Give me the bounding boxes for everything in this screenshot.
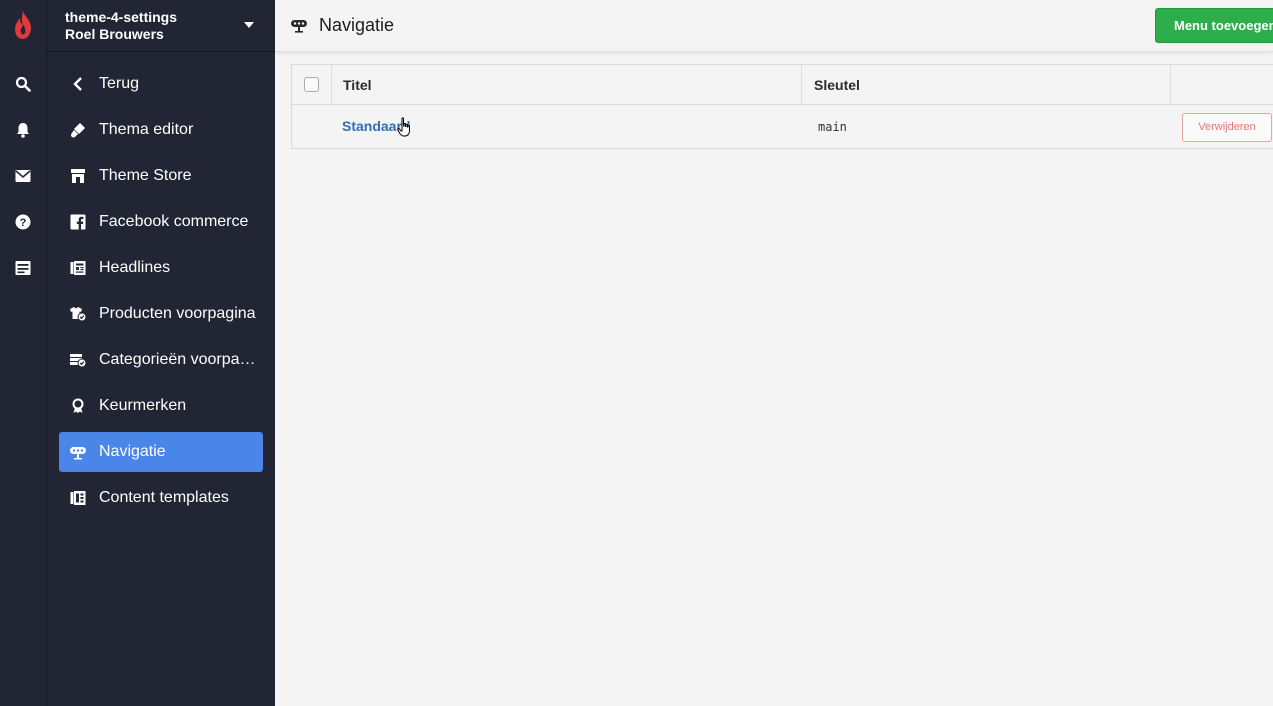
table-row: Standaard main Verwijderen (292, 105, 1273, 148)
award-icon (69, 397, 87, 415)
delete-button[interactable]: Verwijderen (1182, 113, 1272, 142)
column-divider (801, 65, 802, 105)
sidebar-item-label: Thema editor (99, 121, 194, 138)
page-header: Navigatie Menu toevoegen (275, 0, 1273, 52)
sidebar: theme-4-settings Roel Brouwers Terug The… (47, 0, 275, 706)
paintbrush-icon (69, 121, 87, 139)
products-front-icon (69, 305, 87, 323)
column-divider (1170, 65, 1171, 105)
search-icon[interactable] (13, 74, 33, 94)
table-header: Titel Sleutel (292, 65, 1273, 105)
newspaper-icon (69, 259, 87, 277)
svg-text:?: ? (20, 217, 27, 229)
signpost-icon (69, 443, 87, 461)
sidebar-item-thema-editor[interactable]: Thema editor (59, 110, 263, 150)
storefront-icon[interactable] (13, 258, 33, 278)
sidebar-item-label: Headlines (99, 259, 171, 276)
sidebar-item-label: Terug (99, 75, 140, 92)
store-icon (69, 167, 87, 185)
menu-key: main (818, 120, 847, 134)
lightspeed-flame-logo[interactable] (12, 10, 34, 40)
sidebar-item-theme-store[interactable]: Theme Store (59, 156, 263, 196)
signpost-icon (291, 20, 307, 33)
navigation-table: Titel Sleutel Standaard main Verwijderen (291, 64, 1273, 149)
column-header-titel[interactable]: Titel (343, 65, 372, 105)
sidebar-item-terug[interactable]: Terug (59, 64, 263, 104)
sidebar-item-headlines[interactable]: Headlines (59, 248, 263, 288)
bell-icon[interactable] (13, 120, 33, 140)
mail-icon[interactable] (13, 166, 33, 186)
chevron-down-icon (244, 22, 254, 28)
sidebar-item-label: Content templates (99, 489, 229, 506)
sidebar-item-keurmerken[interactable]: Keurmerken (59, 386, 263, 426)
sidebar-item-label: Theme Store (99, 167, 192, 184)
sidebar-item-label: Producten voorpagina (99, 305, 256, 322)
store-name: theme-4-settings (65, 9, 178, 25)
hand-cursor-icon (397, 117, 410, 137)
user-name: Roel Brouwers (65, 26, 164, 42)
sidebar-item-navigatie[interactable]: Navigatie (59, 432, 263, 472)
template-icon (69, 489, 87, 507)
select-all-checkbox[interactable] (304, 77, 319, 92)
categories-front-icon (69, 351, 87, 369)
sidebar-item-label: Keurmerken (99, 397, 187, 414)
add-menu-button[interactable]: Menu toevoegen (1155, 8, 1273, 43)
facebook-icon (69, 213, 87, 231)
sidebar-item-content-templates[interactable]: Content templates (59, 478, 263, 518)
sidebar-item-categorieen-voorpagina[interactable]: Categorieën voorpagina (59, 340, 263, 380)
sidebar-item-label: Navigatie (99, 443, 166, 460)
page-title: Navigatie (319, 15, 395, 35)
sidebar-item-label: Facebook commerce (99, 213, 249, 230)
sidebar-item-facebook-commerce[interactable]: Facebook commerce (59, 202, 263, 242)
sidebar-item-label: Categorieën voorpagina (99, 351, 263, 368)
icon-rail: ? (0, 0, 47, 706)
help-icon[interactable]: ? (13, 212, 33, 232)
chevron-left-icon (69, 75, 87, 93)
store-switcher[interactable]: theme-4-settings Roel Brouwers (47, 0, 275, 52)
column-divider (331, 65, 332, 105)
sidebar-item-producten-voorpagina[interactable]: Producten voorpagina (59, 294, 263, 334)
column-header-sleutel[interactable]: Sleutel (814, 65, 860, 105)
